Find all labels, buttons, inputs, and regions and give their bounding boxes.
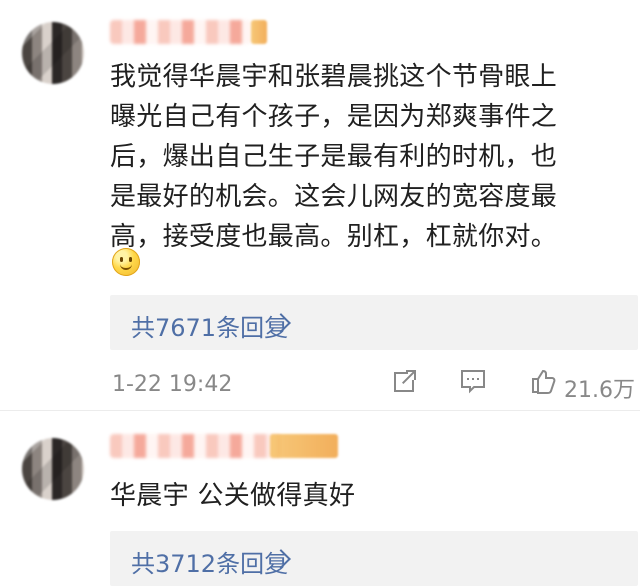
reply-count-link[interactable]: 共7671条回复 bbox=[131, 308, 291, 343]
comment-text: 华晨宇 公关做得真好 bbox=[110, 481, 356, 511]
reply-summary-box[interactable]: 共3712条回复 bbox=[110, 531, 638, 586]
like-count: 21.6万 bbox=[564, 378, 635, 403]
username-blurred[interactable] bbox=[110, 434, 280, 458]
username-blurred[interactable] bbox=[110, 20, 252, 44]
emoji-mouth bbox=[120, 262, 132, 270]
comment-icon bbox=[461, 370, 485, 394]
comment-button[interactable] bbox=[458, 366, 488, 396]
share-button[interactable] bbox=[390, 366, 420, 396]
share-icon bbox=[394, 370, 416, 392]
reply-count-text: 共3712条回复 bbox=[131, 550, 289, 578]
user-badge bbox=[270, 434, 338, 458]
reply-summary-box[interactable]: 共7671条回复 bbox=[110, 295, 638, 350]
avatar[interactable] bbox=[22, 22, 84, 84]
comment-actions: 21.6万 bbox=[0, 366, 640, 403]
user-badge bbox=[251, 20, 267, 44]
thumbs-up-icon bbox=[532, 369, 556, 394]
like-button[interactable]: 21.6万 bbox=[528, 366, 640, 403]
smile-emoji bbox=[112, 248, 140, 276]
avatar[interactable] bbox=[22, 438, 84, 500]
comment-divider bbox=[0, 410, 640, 411]
reply-count-text: 共7671条回复 bbox=[131, 314, 289, 342]
comment-text: 我觉得华晨宇和张碧晨挑这个节骨眼上 曝光自己有个孩子，是因为郑爽事件之 后，爆出… bbox=[110, 62, 558, 252]
comment-item-2: 华晨宇 公关做得真好 共3712条回复 bbox=[0, 413, 640, 588]
comment-item-1: 我觉得华晨宇和张碧晨挑这个节骨眼上 曝光自己有个孩子，是因为郑爽事件之 后，爆出… bbox=[0, 0, 640, 410]
reply-count-link[interactable]: 共3712条回复 bbox=[131, 544, 291, 579]
